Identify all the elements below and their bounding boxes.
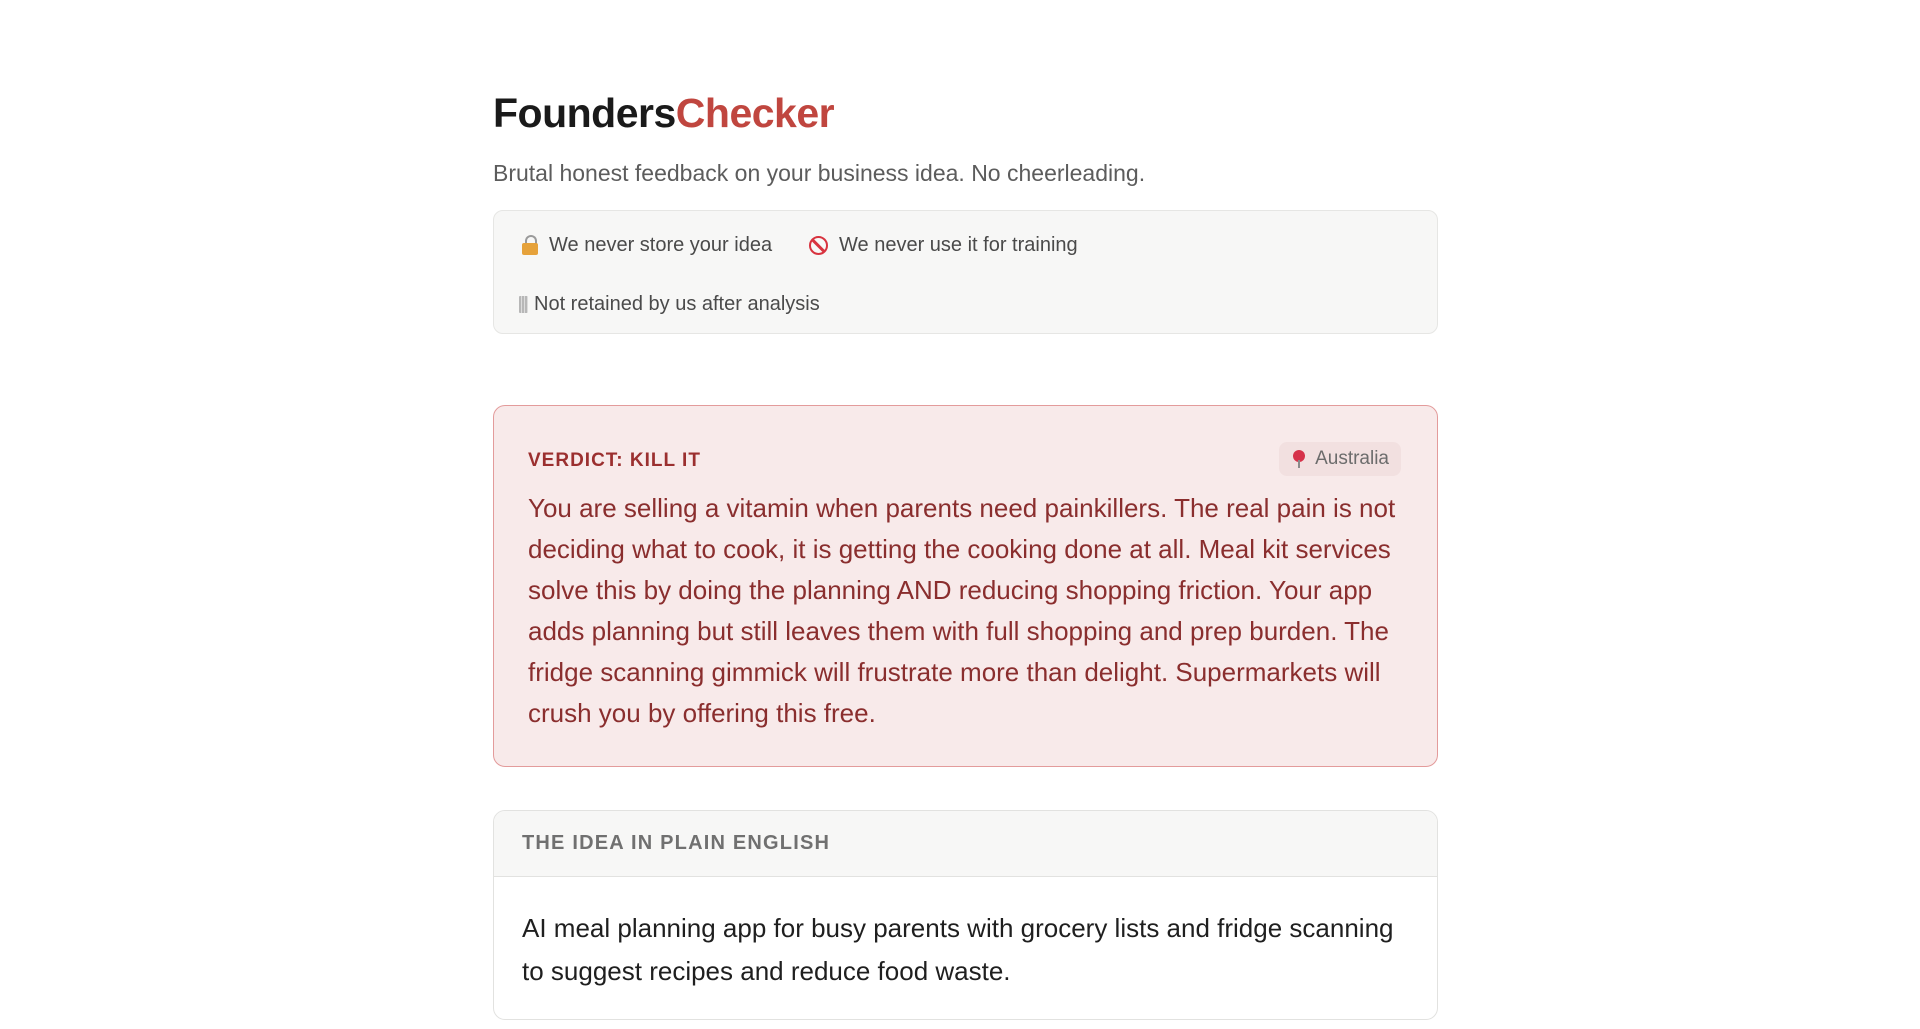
privacy-item-no-store: We never store your idea xyxy=(521,232,772,258)
idea-card: THE IDEA IN PLAIN ENGLISH AI meal planni… xyxy=(493,810,1438,1020)
location-label: Australia xyxy=(1315,448,1389,469)
privacy-item-no-training: We never use it for training xyxy=(809,232,1078,258)
verdict-title: VERDICT: KILL IT xyxy=(528,450,701,471)
verdict-card: VERDICT: KILL IT Australia You are selli… xyxy=(493,405,1438,767)
trash-icon xyxy=(519,295,528,313)
location-badge: Australia xyxy=(1279,442,1401,476)
privacy-item-label: We never use it for training xyxy=(839,234,1078,256)
brand-name-part2: Checker xyxy=(675,90,835,136)
verdict-text: You are selling a vitamin when parents n… xyxy=(528,493,1396,728)
privacy-item-not-retained: Not retained by us after analysis xyxy=(519,291,820,317)
brand-name-part1: Founders xyxy=(493,90,676,136)
privacy-notice: We never store your idea We never use it… xyxy=(493,210,1438,334)
idea-heading: THE IDEA IN PLAIN ENGLISH xyxy=(494,811,1437,877)
no-entry-icon xyxy=(809,235,828,255)
pin-icon xyxy=(1293,450,1306,468)
tagline: Brutal honest feedback on your business … xyxy=(493,160,1146,186)
privacy-item-label: We never store your idea xyxy=(549,234,773,256)
brand-logo: FoundersChecker xyxy=(493,88,835,138)
lock-icon xyxy=(521,234,539,256)
idea-text: AI meal planning app for busy parents wi… xyxy=(522,913,1394,986)
privacy-item-label: Not retained by us after analysis xyxy=(534,293,820,315)
